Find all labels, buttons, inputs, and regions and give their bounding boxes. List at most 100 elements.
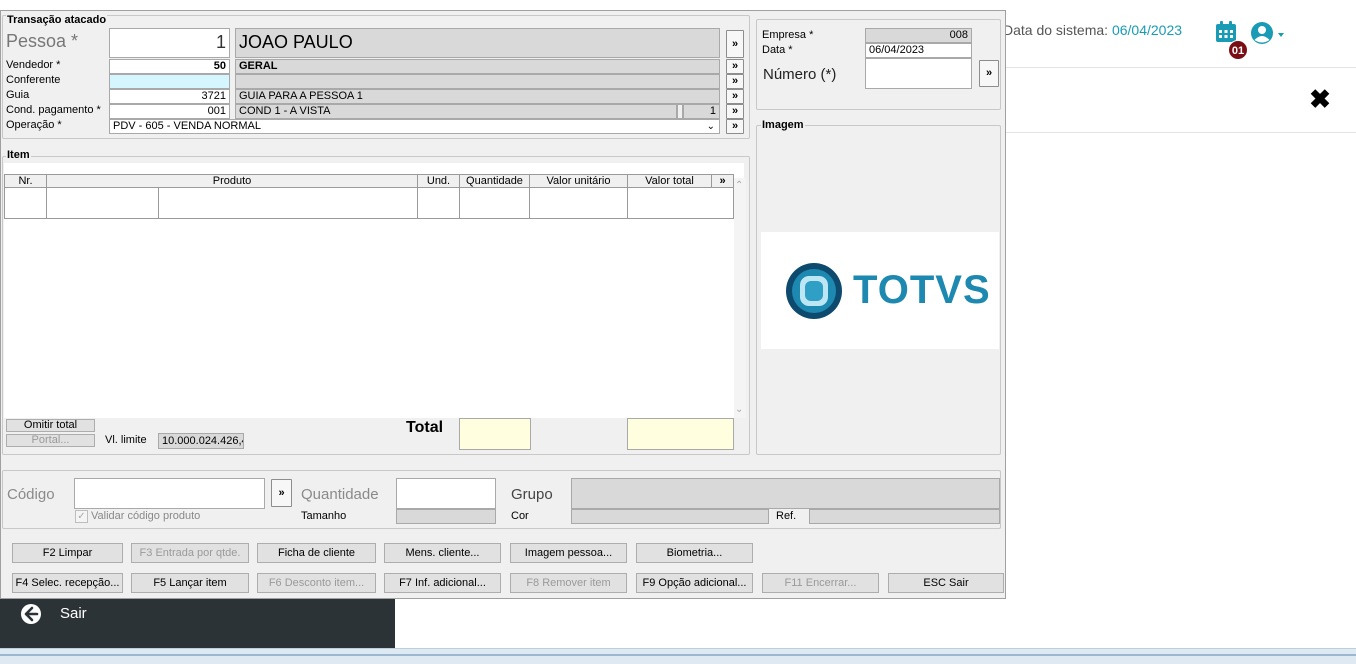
user-avatar-icon[interactable]: [1250, 21, 1286, 45]
f7-inf-adicional-button[interactable]: F7 Inf. adicional...: [384, 573, 501, 593]
chevron-down-icon: ⌄: [706, 121, 715, 132]
f8-remover-item-button[interactable]: F8 Remover item: [510, 573, 627, 593]
operacao-select[interactable]: PDV - 605 - VENDA NORMAL ⌄: [109, 119, 720, 134]
data-field[interactable]: 06/04/2023: [865, 43, 972, 58]
table-cell[interactable]: [4, 188, 47, 219]
numero-more-button[interactable]: »: [979, 60, 999, 87]
item-title: Item: [6, 149, 31, 161]
vendedor-more-button[interactable]: »: [726, 59, 744, 74]
imagem-pessoa-button[interactable]: Imagem pessoa...: [510, 543, 627, 563]
grupo-label: Grupo: [511, 486, 553, 503]
col-und[interactable]: Und.: [418, 174, 460, 188]
operacao-value: PDV - 605 - VENDA NORMAL: [113, 120, 261, 132]
totvs-logo-text: TOTVS: [853, 268, 991, 312]
f6-desconto-item-button[interactable]: F6 Desconto item...: [257, 573, 376, 593]
col-produto[interactable]: Produto: [47, 174, 418, 188]
pessoa-label: Pessoa *: [6, 31, 79, 51]
transacao-title: Transação atacado: [6, 14, 108, 26]
totvs-logo-icon: [786, 263, 842, 319]
table-cell[interactable]: [460, 188, 530, 219]
condpag-label: Cond. pagamento *: [6, 104, 101, 116]
col-valor-unitario[interactable]: Valor unitário: [530, 174, 628, 188]
bottom-bar-line: [0, 654, 1356, 656]
codigo-label: Código: [7, 486, 55, 503]
f9-opcao-adicional-button[interactable]: F9 Opção adicional...: [636, 573, 753, 593]
col-quantidade[interactable]: Quantidade: [460, 174, 530, 188]
esc-sair-button[interactable]: ESC Sair: [888, 573, 1004, 593]
f2-limpar-button[interactable]: F2 Limpar: [12, 543, 123, 563]
quantidade-input[interactable]: [396, 478, 496, 509]
f4-selec-recepcao-button[interactable]: F4 Selec. recepção...: [12, 573, 123, 593]
total-valor-field: [627, 418, 734, 450]
col-nr[interactable]: Nr.: [4, 174, 47, 188]
f5-lancar-item-button[interactable]: F5 Lançar item: [131, 573, 249, 593]
close-icon[interactable]: ✖: [1306, 84, 1334, 114]
scroll-down-icon[interactable]: ⌄: [735, 404, 743, 415]
imagem-title: Imagem: [761, 119, 805, 131]
condpag-parcelas-field: 1: [683, 104, 720, 119]
mens-cliente-button[interactable]: Mens. cliente...: [384, 543, 501, 563]
guia-name-field: GUIA PARA A PESSOA 1: [235, 89, 720, 104]
pessoa-name-field: JOAO PAULO: [235, 28, 720, 58]
scroll-up-icon[interactable]: ⌃: [735, 180, 743, 191]
conferente-more-button[interactable]: »: [726, 74, 744, 89]
logo-panel: TOTVS: [761, 232, 999, 349]
notification-badge: 01: [1228, 40, 1248, 60]
table-cell[interactable]: [628, 188, 734, 219]
conferente-code-field[interactable]: [109, 74, 230, 89]
grupo-field: [571, 478, 1000, 509]
tamanho-label: Tamanho: [301, 510, 347, 522]
guia-label: Guia: [6, 89, 30, 101]
transacao-dialog: Transação atacado Pessoa * 1 JOAO PAULO …: [0, 10, 1006, 599]
table-scrollbar[interactable]: ⌃ ⌄: [734, 178, 746, 418]
bottom-bar: [0, 648, 1356, 664]
quantidade-label: Quantidade: [301, 486, 379, 503]
divider: [1005, 132, 1356, 133]
vl-limite-label: Vl. limite: [105, 434, 147, 446]
guia-more-button[interactable]: »: [726, 89, 744, 104]
condpag-name-field: COND 1 - A VISTA: [235, 104, 677, 119]
vl-limite-field: 10.000.024.426,4: [158, 433, 244, 449]
vendedor-name-field: GERAL: [235, 59, 720, 74]
ref-field: [809, 509, 1000, 524]
validar-label: Validar código produto: [91, 510, 201, 522]
biometria-button[interactable]: Biometria...: [636, 543, 753, 563]
condpag-code-field[interactable]: 001: [109, 104, 230, 119]
f11-encerrar-button[interactable]: F11 Encerrar...: [762, 573, 879, 593]
sair-link[interactable]: Sair: [60, 605, 87, 622]
pessoa-more-button[interactable]: »: [726, 30, 744, 58]
ficha-cliente-button[interactable]: Ficha de cliente: [257, 543, 376, 563]
vendedor-label: Vendedor *: [6, 59, 61, 71]
portal-button[interactable]: Portal...: [6, 434, 95, 447]
table-cell[interactable]: [530, 188, 628, 219]
vendedor-code-field[interactable]: 50: [109, 59, 230, 74]
codigo-more-button[interactable]: »: [271, 479, 292, 507]
back-arrow-icon[interactable]: [20, 603, 42, 625]
ref-label: Ref.: [776, 510, 797, 522]
table-cell[interactable]: [418, 188, 460, 219]
table-cell[interactable]: [47, 188, 159, 219]
validar-checkbox[interactable]: ✓: [75, 510, 88, 523]
total-label: Total: [406, 419, 444, 436]
codigo-input[interactable]: [74, 478, 265, 509]
pessoa-code-field[interactable]: 1: [109, 28, 230, 58]
conferente-name-field: [235, 74, 720, 89]
system-date-label: Data do sistema:: [1003, 22, 1109, 38]
col-more-button[interactable]: »: [712, 174, 734, 188]
empresa-field: 008: [865, 28, 972, 43]
operacao-more-button[interactable]: »: [726, 119, 744, 134]
numero-field[interactable]: [865, 58, 972, 89]
tamanho-field: [396, 509, 496, 524]
table-cell[interactable]: [159, 188, 418, 219]
cor-label: Cor: [511, 510, 529, 522]
empresa-label: Empresa *: [762, 29, 814, 41]
guia-code-field[interactable]: 3721: [109, 89, 230, 104]
conferente-label: Conferente: [6, 74, 61, 86]
omitir-total-button[interactable]: Omitir total: [6, 419, 95, 432]
operacao-label: Operação *: [6, 119, 62, 131]
col-valor-total[interactable]: Valor total: [628, 174, 712, 188]
cor-field: [571, 509, 769, 524]
numero-label: Número (*): [763, 66, 837, 83]
condpag-more-button[interactable]: »: [726, 104, 744, 119]
f3-entrada-qtde-button[interactable]: F3 Entrada por qtde.: [131, 543, 249, 563]
